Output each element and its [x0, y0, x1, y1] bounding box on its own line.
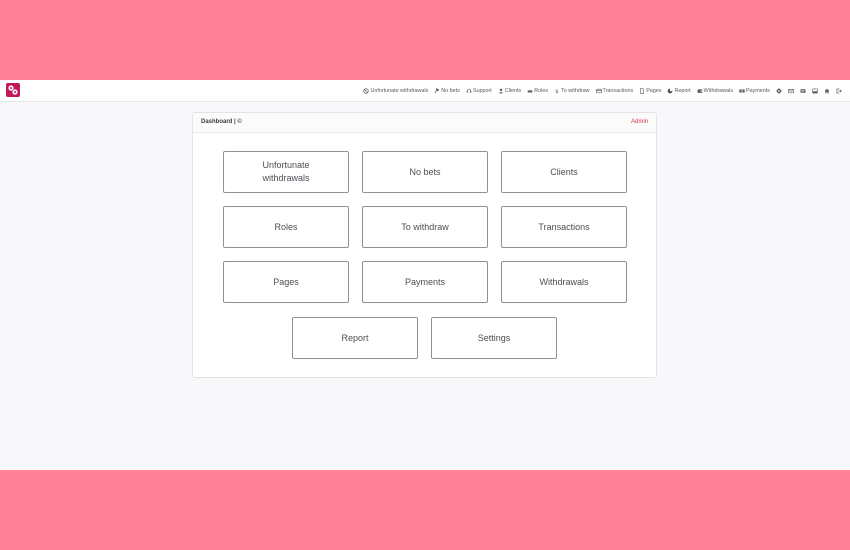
tile-pages[interactable]: Pages [223, 261, 349, 303]
user-icon [498, 88, 503, 93]
nav-item-unfortunate-withdrawals[interactable]: Unfortunate withdrawals [363, 88, 428, 94]
mail-button[interactable] [788, 88, 794, 94]
inbox-icon [812, 88, 818, 93]
tile-roles[interactable]: Roles [223, 206, 349, 248]
hammer-icon [434, 87, 440, 93]
tile-to-withdraw[interactable]: To withdraw [362, 206, 488, 248]
inbox-button[interactable] [812, 88, 818, 94]
top-navbar: Unfortunate withdrawals No bets Support … [0, 80, 850, 102]
money-icon [739, 89, 745, 92]
logo[interactable] [6, 83, 20, 97]
tile-settings[interactable]: Settings [431, 317, 557, 359]
nav-item-no-bets[interactable]: No bets [434, 88, 460, 94]
tile-no-bets[interactable]: No bets [362, 151, 488, 193]
page-icon [640, 87, 645, 94]
tile-transactions[interactable]: Transactions [501, 206, 627, 248]
card-icon [595, 88, 602, 93]
admin-link[interactable]: Admin [631, 119, 648, 125]
home-button[interactable] [824, 88, 830, 94]
nav-item-label: Roles [534, 87, 549, 94]
nav-item-label: Unfortunate withdrawals [370, 87, 429, 94]
nav-item-clients[interactable]: Clients [498, 88, 521, 94]
nav-item-label: Transactions [602, 87, 634, 94]
nav-item-label: Pages [646, 87, 662, 94]
nav-item-support[interactable]: Support [466, 88, 492, 94]
nav-item-to-withdraw[interactable]: $ To withdraw [554, 88, 589, 94]
nav-menu: Unfortunate withdrawals No bets Support … [363, 80, 842, 101]
ban-icon [363, 87, 370, 94]
logout-icon [836, 88, 842, 93]
mail-icon [788, 88, 794, 93]
nav-item-label: Withdrawals [703, 87, 734, 94]
nav-item-transactions[interactable]: Transactions [595, 87, 634, 94]
logo-icon [8, 85, 18, 95]
nav-item-label: No bets [441, 87, 460, 94]
home-icon [824, 88, 830, 93]
nav-item-roles[interactable]: Roles [527, 88, 548, 94]
tile-withdrawals[interactable]: Withdrawals [501, 261, 627, 303]
logout-button[interactable] [836, 88, 842, 94]
nav-item-label: Report [674, 87, 691, 94]
message-button[interactable] [800, 88, 806, 94]
page-title: Dashboard | © [201, 119, 242, 125]
settings-icon [776, 87, 782, 94]
nav-item-label: To withdraw [561, 87, 590, 94]
nav-item-payments[interactable]: Payments [739, 88, 770, 94]
headset-icon [466, 88, 472, 93]
svg-text:$: $ [555, 89, 558, 94]
settings-button[interactable] [776, 87, 782, 94]
card-header: Dashboard | © Admin [193, 113, 656, 133]
wallet-icon [697, 88, 703, 93]
nav-item-label: Clients [504, 87, 522, 94]
tile-clients[interactable]: Clients [501, 151, 627, 193]
app-screen: Unfortunate withdrawals No bets Support … [0, 80, 850, 470]
tile-payments[interactable]: Payments [362, 261, 488, 303]
crown-icon [527, 89, 533, 92]
dashboard-card: Dashboard | © Admin Unfortunate withdraw… [192, 112, 657, 378]
nav-item-pages[interactable]: Pages [639, 88, 661, 94]
tile-unfortunate-withdrawals[interactable]: Unfortunate withdrawals [223, 151, 349, 193]
dollar-icon: $ [555, 89, 558, 94]
message-icon [800, 88, 806, 93]
nav-item-label: Support [472, 87, 492, 94]
nav-item-report[interactable]: Report [667, 87, 691, 94]
chart-icon [668, 88, 673, 93]
tile-report[interactable]: Report [292, 317, 418, 359]
nav-item-withdrawals[interactable]: Withdrawals [697, 88, 733, 94]
nav-item-label: Payments [746, 87, 770, 94]
